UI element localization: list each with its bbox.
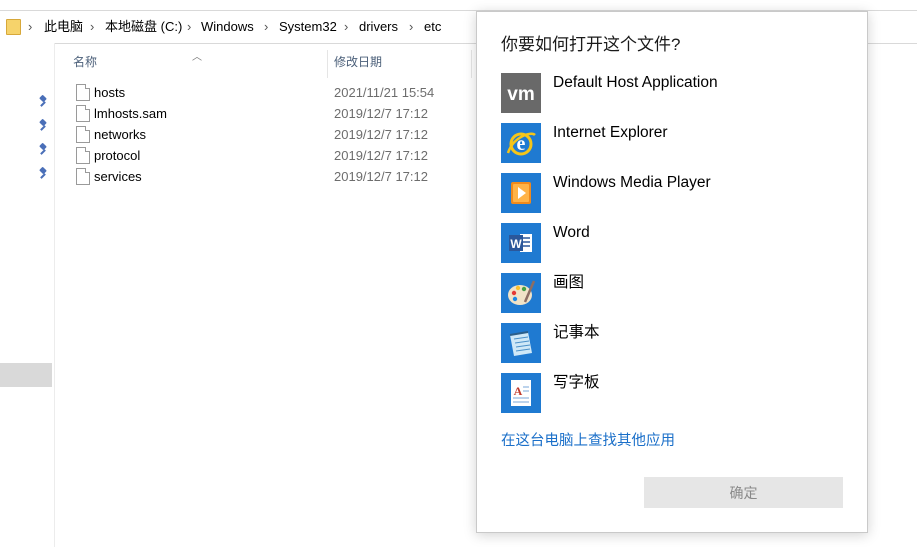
breadcrumb-drivers[interactable]: drivers — [359, 11, 398, 43]
column-header-modified[interactable]: 修改日期 — [334, 44, 382, 78]
svg-text:A: A — [514, 384, 523, 398]
chevron-right-icon: › — [409, 19, 414, 34]
app-option-paint[interactable]: 画图 — [501, 273, 831, 315]
media-player-icon — [501, 173, 541, 213]
breadcrumb-system32[interactable]: System32 — [279, 11, 337, 43]
chevron-right-icon: › — [187, 19, 192, 34]
file-row[interactable]: protocol 2019/12/7 17:12 — [74, 145, 474, 166]
internet-explorer-icon: e — [501, 123, 541, 163]
app-option-internet-explorer[interactable]: e Internet Explorer — [501, 123, 831, 165]
column-divider[interactable] — [471, 50, 472, 78]
chevron-right-icon: › — [344, 19, 349, 34]
app-option-default-host[interactable]: vm Default Host Application — [501, 73, 831, 115]
breadcrumb-etc[interactable]: etc — [424, 11, 441, 43]
app-option-notepad[interactable]: 记事本 — [501, 323, 831, 365]
ok-button[interactable]: 确定 — [644, 477, 843, 508]
app-label: Default Host Application — [553, 74, 718, 91]
app-label: Internet Explorer — [553, 124, 668, 141]
app-label: Word — [553, 224, 590, 241]
column-divider[interactable] — [327, 50, 328, 78]
pin-icon[interactable] — [37, 94, 49, 108]
file-icon — [76, 105, 90, 122]
find-more-apps-link[interactable]: 在这台电脑上查找其他应用 — [501, 429, 675, 450]
file-modified-date: 2019/12/7 17:12 — [334, 127, 428, 142]
file-modified-date: 2019/12/7 17:12 — [334, 106, 428, 121]
app-label: Windows Media Player — [553, 174, 711, 191]
file-row[interactable]: lmhosts.sam 2019/12/7 17:12 — [74, 103, 474, 124]
file-name: networks — [94, 127, 147, 142]
file-list-header: 名称 修改日期 — [54, 44, 474, 78]
chevron-right-icon: › — [90, 19, 95, 34]
app-label: 画图 — [553, 274, 585, 291]
breadcrumb-this-pc[interactable]: 此电脑 — [44, 11, 83, 43]
app-label: 写字板 — [553, 374, 600, 391]
paint-icon — [501, 273, 541, 313]
file-name: services — [94, 169, 142, 184]
sort-ascending-icon: ︿ — [192, 52, 202, 63]
breadcrumb-local-disk[interactable]: 本地磁盘 (C:) — [105, 11, 182, 43]
file-name: protocol — [94, 148, 141, 163]
app-option-wordpad[interactable]: A 写字板 — [501, 373, 831, 415]
pin-icon[interactable] — [37, 142, 49, 156]
column-header-name[interactable]: 名称 — [73, 44, 97, 78]
svg-text:vm: vm — [507, 84, 534, 105]
app-option-word[interactable]: W Word — [501, 223, 831, 265]
vmware-icon: vm — [501, 73, 541, 113]
navigation-pane — [0, 43, 55, 547]
file-icon — [76, 84, 90, 101]
app-option-windows-media-player[interactable]: Windows Media Player — [501, 173, 831, 215]
file-icon — [76, 147, 90, 164]
breadcrumb-windows[interactable]: Windows — [201, 11, 254, 43]
chevron-right-icon: › — [264, 19, 269, 34]
file-modified-date: 2021/11/21 15:54 — [334, 85, 435, 100]
pin-icon[interactable] — [37, 118, 49, 132]
svg-text:W: W — [510, 237, 522, 251]
notepad-icon — [501, 323, 541, 363]
dialog-title: 你要如何打开这个文件? — [501, 35, 681, 54]
folder-icon — [6, 19, 21, 35]
chevron-right-icon: › — [28, 19, 33, 34]
pin-icon[interactable] — [37, 166, 49, 180]
file-modified-date: 2019/12/7 17:12 — [334, 148, 428, 163]
file-icon — [76, 126, 90, 143]
file-row[interactable]: hosts 2021/11/21 15:54 — [74, 82, 474, 103]
file-icon — [76, 168, 90, 185]
nav-selected-item[interactable] — [0, 363, 52, 387]
word-icon: W — [501, 223, 541, 263]
file-modified-date: 2019/12/7 17:12 — [334, 169, 428, 184]
file-row[interactable]: networks 2019/12/7 17:12 — [74, 124, 474, 145]
file-name: hosts — [94, 85, 126, 100]
open-with-dialog: 你要如何打开这个文件? vm Default Host Application … — [476, 11, 868, 533]
wordpad-icon: A — [501, 373, 541, 413]
file-name: lmhosts.sam — [94, 106, 167, 121]
app-label: 记事本 — [553, 324, 600, 341]
file-row[interactable]: services 2019/12/7 17:12 — [74, 166, 474, 187]
